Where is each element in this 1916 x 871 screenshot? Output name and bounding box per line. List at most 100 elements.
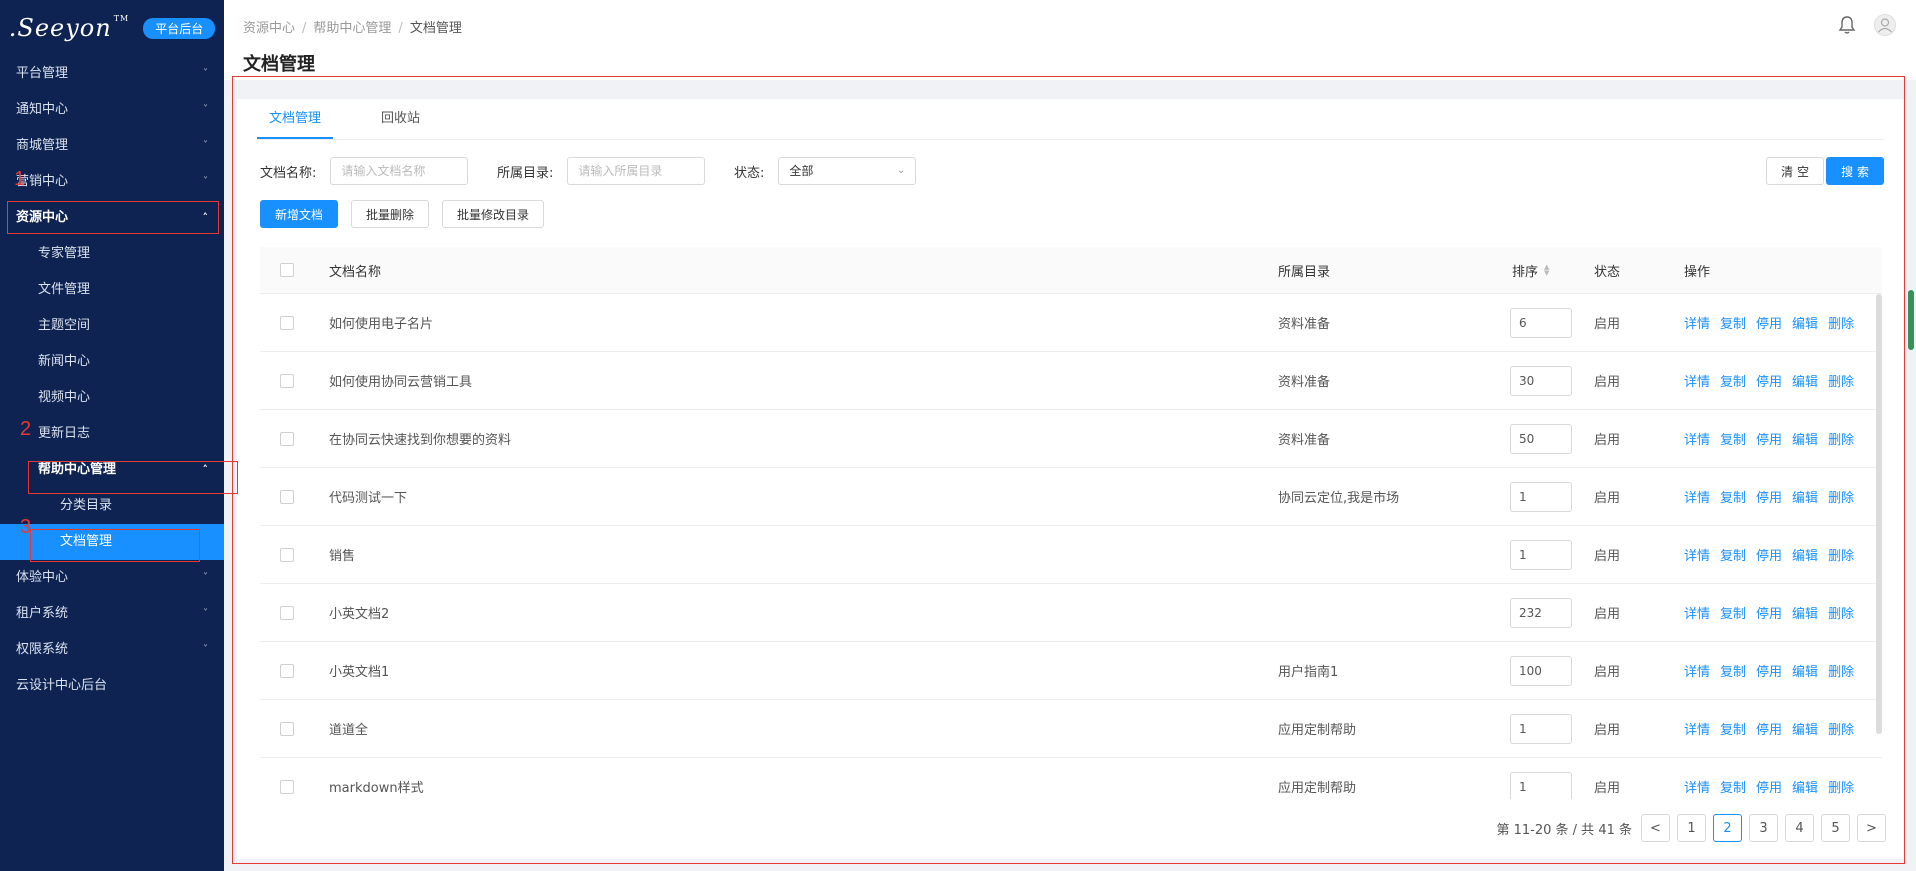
page-button[interactable]: 3 <box>1749 814 1778 842</box>
sort-order-input[interactable] <box>1510 771 1572 799</box>
op-link[interactable]: 复制 <box>1720 603 1746 622</box>
status-select[interactable]: 全部 ⌄ <box>778 157 917 185</box>
select-all-checkbox[interactable] <box>280 263 294 277</box>
sidebar-item[interactable]: 分类目录 <box>0 488 224 524</box>
op-link[interactable]: 删除 <box>1828 429 1854 448</box>
page-button[interactable]: 1 <box>1677 814 1706 842</box>
sidebar-item[interactable]: 平台管理 ˅ <box>0 56 224 92</box>
op-link[interactable]: 详情 <box>1684 313 1710 332</box>
sidebar-item[interactable]: 营销中心 ˅ <box>0 164 224 200</box>
op-link[interactable]: 停用 <box>1756 719 1782 738</box>
sort-order-input[interactable] <box>1510 307 1572 338</box>
row-checkbox[interactable] <box>280 721 294 736</box>
page-button[interactable]: 4 <box>1785 814 1814 842</box>
op-link[interactable]: 复制 <box>1720 545 1746 564</box>
directory-input[interactable] <box>567 157 706 185</box>
op-link[interactable]: 停用 <box>1756 777 1782 796</box>
sidebar-item[interactable]: 商城管理 ˅ <box>0 128 224 164</box>
sidebar-item[interactable]: 权限系统 ˅ <box>0 632 224 668</box>
op-link[interactable]: 详情 <box>1684 429 1710 448</box>
row-checkbox[interactable] <box>280 431 294 446</box>
op-link[interactable]: 详情 <box>1684 371 1710 390</box>
op-link[interactable]: 停用 <box>1756 313 1782 332</box>
op-link[interactable]: 停用 <box>1756 661 1782 680</box>
sidebar-item[interactable]: 体验中心 ˅ <box>0 560 224 596</box>
bell-icon[interactable] <box>1838 15 1856 35</box>
op-link[interactable]: 复制 <box>1720 429 1746 448</box>
clear-button[interactable]: 清 空 <box>1766 157 1824 185</box>
op-link[interactable]: 详情 <box>1684 603 1710 622</box>
op-link[interactable]: 删除 <box>1828 777 1854 796</box>
add-document-button[interactable]: 新增文档 <box>260 200 339 228</box>
op-link[interactable]: 详情 <box>1684 487 1710 506</box>
op-link[interactable]: 删除 <box>1828 545 1854 564</box>
op-link[interactable]: 删除 <box>1828 371 1854 390</box>
op-link[interactable]: 详情 <box>1684 777 1710 796</box>
sidebar-item[interactable]: 专家管理 <box>0 236 224 272</box>
sidebar-item[interactable]: 云设计中心后台 <box>0 668 224 704</box>
sort-order-input[interactable] <box>1510 539 1572 570</box>
sidebar-item[interactable]: 文件管理 <box>0 272 224 308</box>
sidebar-item[interactable]: 租户系统 ˅ <box>0 596 224 632</box>
table-scrollbar[interactable] <box>1876 294 1882 734</box>
batch-edit-directory-button[interactable]: 批量修改目录 <box>442 200 545 228</box>
page-button[interactable]: 5 <box>1821 814 1850 842</box>
sidebar-item[interactable]: 视频中心 <box>0 380 224 416</box>
op-link[interactable]: 复制 <box>1720 313 1746 332</box>
next-page-button[interactable]: > <box>1857 814 1886 842</box>
sidebar-item[interactable]: 通知中心 ˅ <box>0 92 224 128</box>
op-link[interactable]: 详情 <box>1684 545 1710 564</box>
sort-icon[interactable]: ▲ ▼ <box>1544 264 1549 277</box>
sidebar-item[interactable]: 新闻中心 <box>0 344 224 380</box>
page-button[interactable]: 2 <box>1713 814 1742 842</box>
sidebar-item[interactable]: 帮助中心管理 ˄ <box>0 452 224 488</box>
row-checkbox[interactable] <box>280 605 294 620</box>
row-checkbox[interactable] <box>280 489 294 504</box>
window-scrollbar[interactable] <box>1908 290 1914 350</box>
tab-recycle-bin[interactable]: 回收站 <box>369 99 432 139</box>
op-link[interactable]: 停用 <box>1756 545 1782 564</box>
op-link[interactable]: 删除 <box>1828 661 1854 680</box>
op-link[interactable]: 删除 <box>1828 313 1854 332</box>
row-checkbox[interactable] <box>280 315 294 330</box>
batch-delete-button[interactable]: 批量删除 <box>351 200 430 228</box>
op-link[interactable]: 编辑 <box>1792 545 1818 564</box>
op-link[interactable]: 编辑 <box>1792 429 1818 448</box>
op-link[interactable]: 编辑 <box>1792 371 1818 390</box>
op-link[interactable]: 复制 <box>1720 487 1746 506</box>
op-link[interactable]: 复制 <box>1720 777 1746 796</box>
sort-order-input[interactable] <box>1510 655 1572 686</box>
sort-order-input[interactable] <box>1510 423 1572 454</box>
op-link[interactable]: 详情 <box>1684 661 1710 680</box>
row-checkbox[interactable] <box>280 779 294 794</box>
prev-page-button[interactable]: < <box>1641 814 1670 842</box>
op-link[interactable]: 编辑 <box>1792 719 1818 738</box>
row-checkbox[interactable] <box>280 373 294 388</box>
row-checkbox[interactable] <box>280 547 294 562</box>
col-sort[interactable]: 排序 ▲ ▼ <box>1512 247 1549 293</box>
op-link[interactable]: 编辑 <box>1792 661 1818 680</box>
document-name-input[interactable] <box>330 157 469 185</box>
sidebar-item[interactable]: 主题空间 <box>0 308 224 344</box>
sidebar-item[interactable]: 更新日志 <box>0 416 224 452</box>
search-button[interactable]: 搜 索 <box>1826 157 1884 185</box>
sidebar-item[interactable]: 文档管理 <box>0 524 224 560</box>
op-link[interactable]: 停用 <box>1756 487 1782 506</box>
op-link[interactable]: 复制 <box>1720 371 1746 390</box>
op-link[interactable]: 复制 <box>1720 661 1746 680</box>
op-link[interactable]: 编辑 <box>1792 313 1818 332</box>
avatar-icon[interactable] <box>1874 14 1896 36</box>
sidebar-item[interactable]: 资源中心 ˄ <box>0 200 224 236</box>
op-link[interactable]: 编辑 <box>1792 487 1818 506</box>
op-link[interactable]: 详情 <box>1684 719 1710 738</box>
sort-order-input[interactable] <box>1510 597 1572 628</box>
breadcrumb-item[interactable]: 资源中心 <box>243 21 295 36</box>
sort-order-input[interactable] <box>1510 481 1572 512</box>
row-checkbox[interactable] <box>280 663 294 678</box>
op-link[interactable]: 删除 <box>1828 603 1854 622</box>
op-link[interactable]: 停用 <box>1756 429 1782 448</box>
breadcrumb-item[interactable]: 帮助中心管理 <box>313 21 391 36</box>
op-link[interactable]: 删除 <box>1828 719 1854 738</box>
op-link[interactable]: 停用 <box>1756 371 1782 390</box>
sort-order-input[interactable] <box>1510 365 1572 396</box>
